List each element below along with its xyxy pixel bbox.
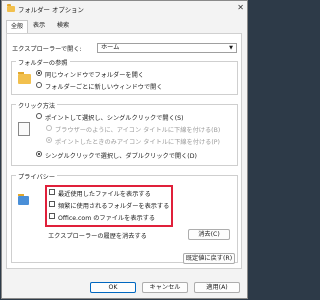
tab-general[interactable]: 全般 <box>6 20 28 34</box>
open-explorer-dropdown[interactable]: ホーム ▼ <box>97 43 237 53</box>
option-double-click-label: シングルクリックで選択し、ダブルクリックで開く(D) <box>45 153 197 160</box>
checkbox-recent-files[interactable] <box>49 189 55 195</box>
radio-underline-always[interactable] <box>46 125 52 131</box>
option-same-window-label: 同じウィンドウでフォルダーを開く <box>45 72 144 79</box>
clear-button[interactable]: 消去(C) <box>188 229 230 240</box>
privacy-title: プライバシー <box>16 172 58 181</box>
tab-search[interactable]: 検索 <box>54 20 72 32</box>
radio-underline-point[interactable] <box>46 137 52 143</box>
click-method-group: クリック方法 ポイントして選択し、シングルクリックで開く(S) ブラウザーのよう… <box>11 101 238 166</box>
title-bar: フォルダー オプション ✕ <box>2 1 247 18</box>
general-panel: エクスプローラーで開く: ホーム ▼ フォルダーの参照 同じウィンドウでフォルダ… <box>6 33 242 269</box>
open-explorer-value: ホーム <box>101 44 120 51</box>
privacy-folder-icon <box>18 194 29 205</box>
tab-view[interactable]: 表示 <box>30 20 48 32</box>
radio-single-click[interactable] <box>36 113 42 119</box>
checkbox-frequent-folders[interactable] <box>49 201 55 207</box>
close-icon[interactable]: ✕ <box>237 3 244 12</box>
cancel-button[interactable]: キャンセル <box>142 282 188 293</box>
restore-defaults-button[interactable]: 既定値に戻す(R) <box>183 253 235 264</box>
apply-button[interactable]: 適用(A) <box>194 282 240 293</box>
browse-folders-group: フォルダーの参照 同じウィンドウでフォルダーを開く フォルダーごとに新しいウィン… <box>11 58 238 95</box>
option-underline-always-label: ブラウザーのように、アイコン タイトルに下線を付ける(B) <box>55 127 221 134</box>
cursor-icon <box>18 122 30 136</box>
folder-icon <box>18 72 31 84</box>
radio-same-window[interactable] <box>36 70 42 76</box>
window-title: フォルダー オプション <box>18 6 84 14</box>
radio-double-click[interactable] <box>36 151 42 157</box>
privacy-group: プライバシー 最近使用したファイルを表示する 頻繁に使用されるフォルダーを表示す… <box>11 172 238 263</box>
check-recent-files-label: 最近使用したファイルを表示する <box>58 191 151 198</box>
folder-options-dialog: フォルダー オプション ✕ 全般 表示 検索 エクスプローラーで開く: ホーム … <box>1 0 248 299</box>
folder-icon <box>7 4 15 12</box>
open-explorer-label: エクスプローラーで開く: <box>12 46 82 53</box>
ok-button[interactable]: OK <box>90 282 136 293</box>
option-new-window-label: フォルダーごとに新しいウィンドウで開く <box>45 84 163 91</box>
option-underline-point-label: ポイントしたときのみアイコン タイトルに下線を付ける(P) <box>55 139 220 146</box>
check-office-files-label: Office.com のファイルを表示する <box>58 215 156 222</box>
radio-new-window[interactable] <box>36 82 42 88</box>
check-frequent-folders-label: 頻繁に使用されるフォルダーを表示する <box>58 203 170 210</box>
browse-folders-title: フォルダーの参照 <box>16 58 70 67</box>
checkbox-office-files[interactable] <box>49 213 55 219</box>
click-method-title: クリック方法 <box>16 101 58 110</box>
clear-history-label: エクスプローラーの履歴を消去する <box>48 233 147 240</box>
chevron-down-icon: ▼ <box>229 45 233 51</box>
option-single-click-label: ポイントして選択し、シングルクリックで開く(S) <box>45 115 184 122</box>
